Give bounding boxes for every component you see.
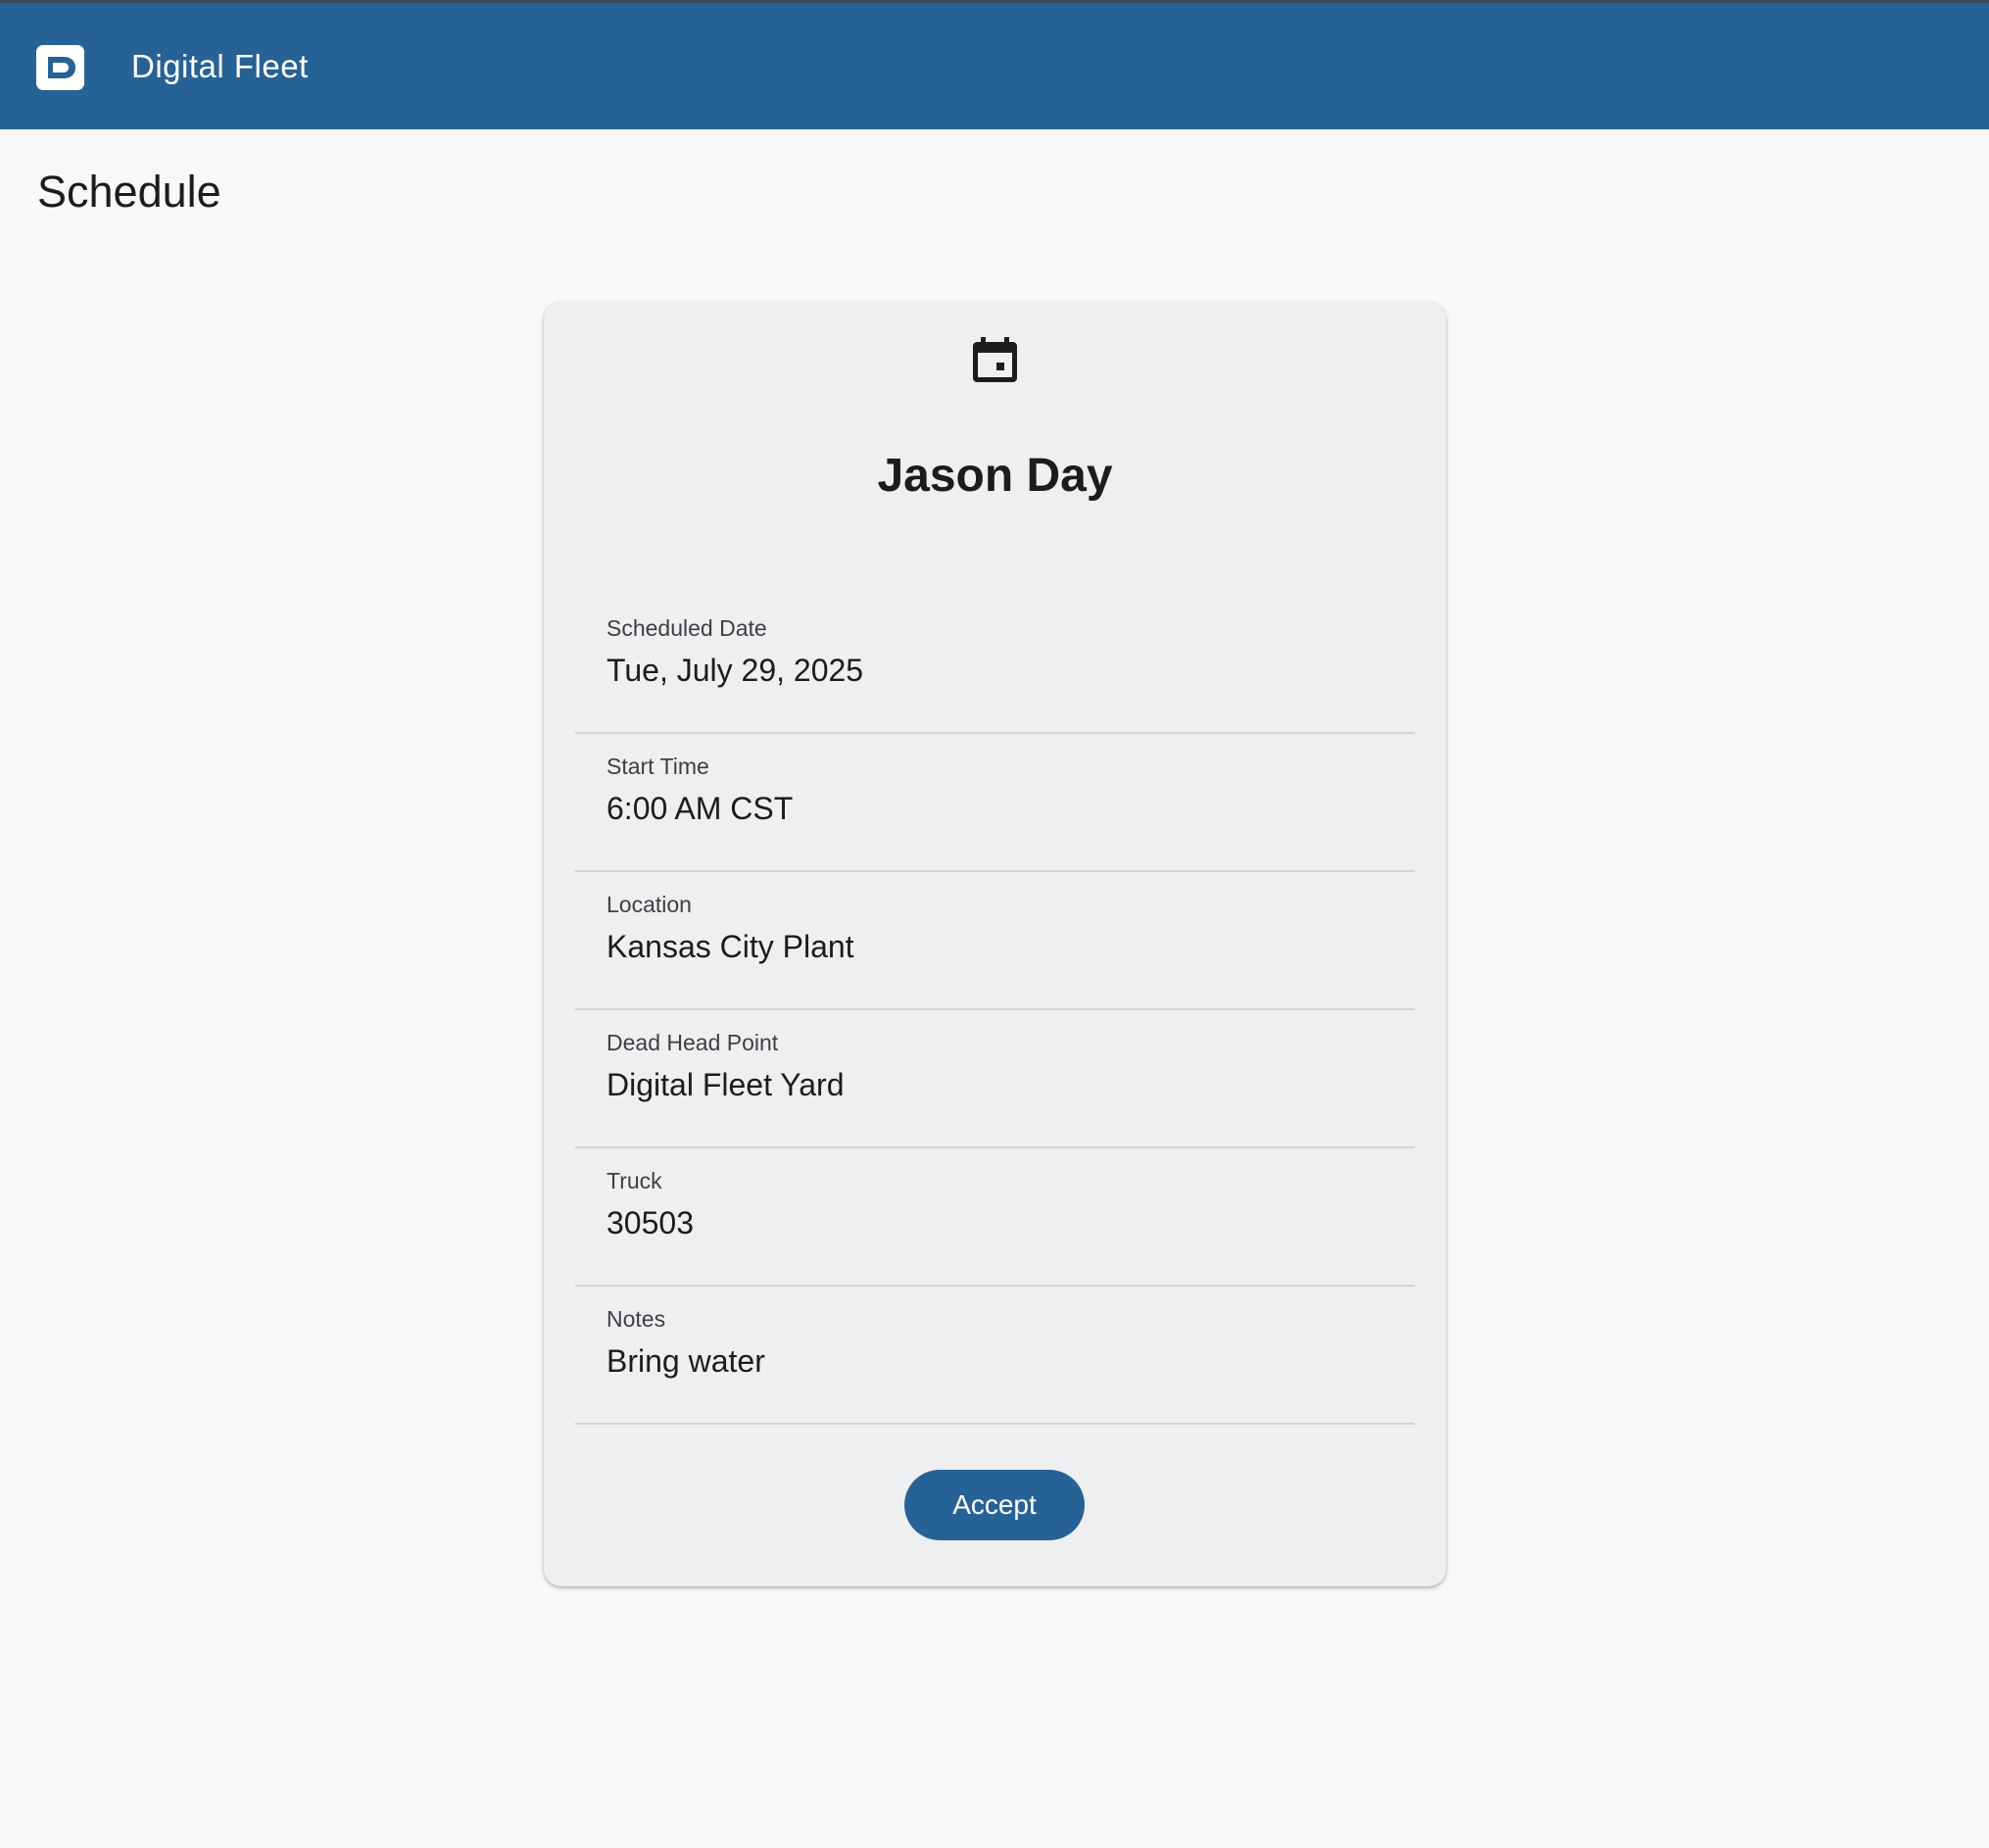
field-notes: Notes Bring water: [575, 1287, 1415, 1425]
field-label: Truck: [606, 1168, 662, 1193]
digital-fleet-logo-icon[interactable]: [36, 45, 84, 90]
field-label: Location: [606, 892, 692, 917]
field-truck: Truck 30503: [575, 1148, 1415, 1287]
field-scheduled-date: Scheduled Date Tue, July 29, 2025: [575, 596, 1415, 734]
field-label: Notes: [606, 1306, 666, 1332]
field-value: Bring water: [606, 1343, 765, 1379]
field-value: 30503: [606, 1205, 694, 1240]
field-value: Digital Fleet Yard: [606, 1067, 845, 1102]
schedule-fields: Scheduled Date Tue, July 29, 2025 Start …: [575, 596, 1415, 1425]
app-header: Digital Fleet: [0, 0, 1989, 129]
field-label: Scheduled Date: [606, 615, 767, 641]
page-title: Schedule: [37, 167, 221, 217]
field-label: Dead Head Point: [606, 1030, 779, 1055]
field-dead-head-point: Dead Head Point Digital Fleet Yard: [575, 1010, 1415, 1148]
app-title: Digital Fleet: [131, 48, 309, 84]
field-value: 6:00 AM CST: [606, 791, 794, 826]
field-label: Start Time: [606, 754, 709, 779]
field-value: Tue, July 29, 2025: [606, 653, 864, 688]
field-start-time: Start Time 6:00 AM CST: [575, 734, 1415, 872]
schedule-card: Jason Day Scheduled Date Tue, July 29, 2…: [544, 302, 1446, 1586]
driver-name: Jason Day: [877, 450, 1113, 502]
calendar-icon: [973, 337, 1017, 382]
field-value: Kansas City Plant: [606, 929, 854, 964]
accept-button[interactable]: Accept: [904, 1470, 1085, 1540]
field-location: Location Kansas City Plant: [575, 872, 1415, 1010]
